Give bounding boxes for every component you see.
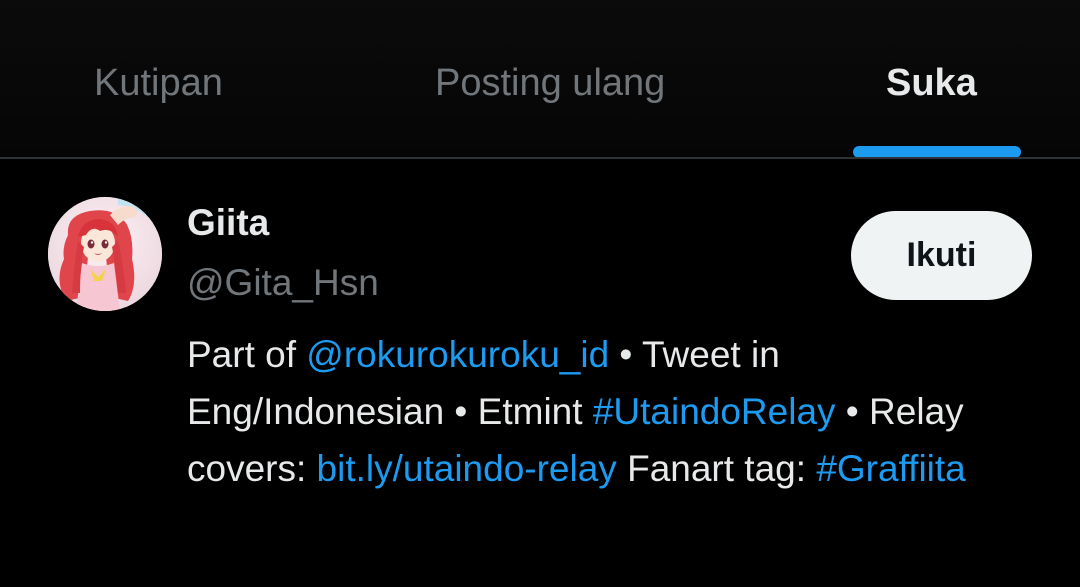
bio-text: Fanart tag: (616, 448, 817, 489)
bio-mention-link[interactable]: @rokurokuroku_id (306, 334, 609, 375)
bio-hashtag-link[interactable]: #UtaindoRelay (593, 391, 836, 432)
tab-likes[interactable]: Suka (886, 58, 977, 108)
tab-reposts[interactable]: Posting ulang (435, 58, 665, 108)
bio-url-link[interactable]: bit.ly/utaindo-relay (317, 448, 617, 489)
display-name[interactable]: Giita (187, 201, 269, 245)
page: Kutipan Posting ulang Suka Giita @Gita_H… (0, 0, 1080, 587)
bio-hashtag-link[interactable]: #Graffiita (816, 448, 965, 489)
user-card[interactable]: Giita @Gita_Hsn Ikuti Part of @rokurokur… (0, 159, 1080, 587)
anime-girl-avatar-icon (48, 197, 162, 311)
tab-bar: Kutipan Posting ulang Suka (0, 0, 1080, 158)
user-bio: Part of @rokurokuroku_id • Tweet in Eng/… (187, 326, 1017, 497)
bio-text: Part of (187, 334, 307, 375)
tab-quotes[interactable]: Kutipan (94, 58, 223, 108)
user-handle[interactable]: @Gita_Hsn (187, 261, 379, 305)
follow-button[interactable]: Ikuti (851, 211, 1032, 300)
avatar[interactable] (48, 197, 162, 311)
